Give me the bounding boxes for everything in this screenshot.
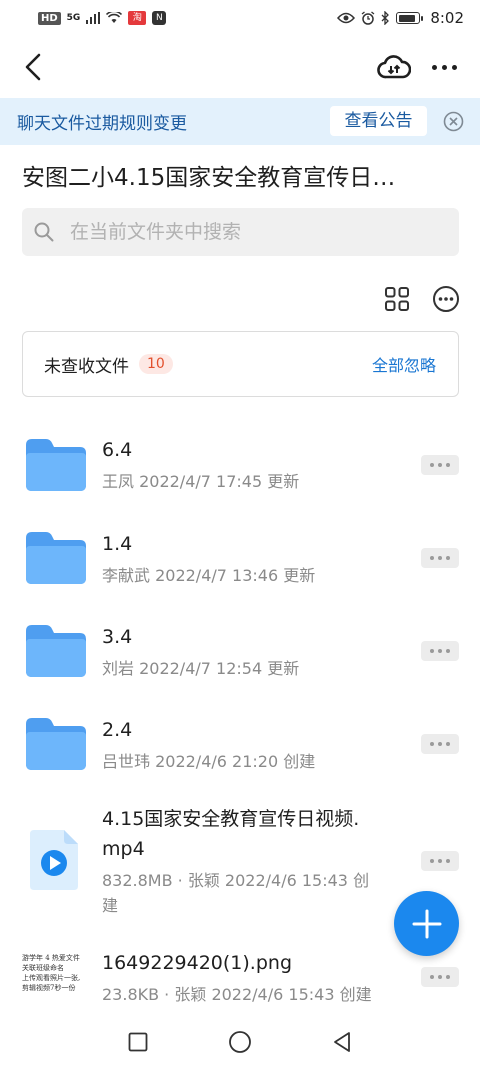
back-button[interactable]	[18, 50, 48, 84]
hd-badge: HD	[38, 11, 61, 25]
file-name: 6.4	[102, 439, 133, 461]
file-name: 1649229420(1).png	[102, 952, 292, 974]
file-meta-cont: 建	[102, 896, 119, 915]
status-bar: HD 5G 淘 N 8:02	[0, 0, 480, 36]
top-nav	[0, 36, 480, 98]
search-input[interactable]	[70, 221, 430, 243]
list-item[interactable]: 游学年 4 热爱文件 关联班级命名 上传观看照片一张, 剪辑视频7秒一份 164…	[0, 945, 480, 1011]
folder-icon	[26, 532, 86, 584]
cloud-sync-button[interactable]	[374, 50, 414, 84]
list-item[interactable]: 3.4 刘岩 2022/4/7 12:54 更新	[0, 616, 480, 696]
folder-icon	[26, 625, 86, 677]
video-file-icon	[30, 830, 78, 890]
search-icon	[34, 222, 54, 242]
file-meta: 刘岩 2022/4/7 12:54 更新	[102, 659, 300, 678]
clock-time: 8:02	[430, 9, 464, 27]
more-options-button[interactable]	[424, 50, 464, 84]
network-type: 5G	[66, 13, 81, 23]
search-bar[interactable]	[22, 208, 459, 256]
battery-icon	[396, 12, 424, 24]
home-button[interactable]	[228, 1030, 252, 1054]
thumb-text: 剪辑视频7秒一份	[22, 984, 76, 992]
image-thumbnail: 游学年 4 热爱文件 关联班级命名 上传观看照片一张, 剪辑视频7秒一份	[22, 953, 92, 1005]
file-name: 2.4	[102, 719, 133, 741]
status-right: 8:02	[337, 9, 464, 27]
file-name: 1.4	[102, 533, 133, 555]
circle-icon	[229, 1031, 251, 1053]
more-icon-dot	[451, 64, 457, 70]
thumb-text: 关联班级命名	[22, 964, 64, 972]
signal-icon	[86, 12, 101, 24]
unread-files-label: 未查收文件	[44, 356, 129, 377]
file-name: 4.15国家安全教育宣传日视频.	[102, 808, 360, 830]
grid-view-icon[interactable]	[384, 286, 410, 312]
notice-banner: 聊天文件过期规则变更 查看公告	[0, 98, 480, 145]
eye-icon	[337, 12, 356, 24]
close-notice-icon[interactable]	[443, 111, 464, 132]
row-more-button[interactable]	[421, 548, 459, 568]
file-meta: 李献武 2022/4/7 13:46 更新	[102, 566, 316, 585]
taobao-app-icon: 淘	[128, 11, 147, 25]
list-item[interactable]: 6.4 王凤 2022/4/7 17:45 更新	[0, 430, 480, 510]
plus-icon	[412, 909, 441, 938]
wifi-icon	[106, 12, 123, 23]
row-more-button[interactable]	[421, 967, 459, 987]
unread-files-card[interactable]: 未查收文件 10 全部忽略	[22, 331, 459, 397]
file-name-ext: mp4	[102, 838, 145, 860]
notification-app-icon: N	[152, 11, 167, 25]
row-more-button[interactable]	[421, 851, 459, 871]
system-navigation-bar	[0, 1013, 480, 1067]
back-icon	[25, 53, 41, 81]
file-name: 3.4	[102, 626, 133, 648]
list-item[interactable]: 2.4 吕世玮 2022/4/6 21:20 创建	[0, 710, 480, 790]
system-back-button[interactable]	[330, 1030, 354, 1054]
unread-count-badge: 10	[139, 354, 173, 374]
folder-icon	[26, 718, 86, 770]
file-meta: 吕世玮 2022/4/6 21:20 创建	[102, 752, 316, 771]
ignore-all-button[interactable]: 全部忽略	[372, 352, 436, 376]
add-button[interactable]	[394, 891, 459, 956]
row-more-button[interactable]	[421, 455, 459, 475]
row-more-button[interactable]	[421, 734, 459, 754]
status-left: HD 5G 淘 N	[38, 11, 167, 25]
file-meta: 王凤 2022/4/7 17:45 更新	[102, 472, 300, 491]
file-meta: 23.8KB · 张颖 2022/4/6 15:43 创建	[102, 985, 372, 1004]
recent-apps-button[interactable]	[126, 1030, 150, 1054]
file-meta: 832.8MB · 张颖 2022/4/6 15:43 创	[102, 871, 370, 890]
notice-text: 聊天文件过期规则变更	[17, 114, 187, 134]
options-circle-icon[interactable]	[432, 285, 460, 313]
square-icon	[128, 1032, 148, 1052]
view-announcement-button[interactable]: 查看公告	[330, 106, 427, 136]
thumb-text: 游学年 4 热爱文件	[22, 954, 80, 962]
bluetooth-icon	[381, 11, 390, 25]
cloud-sync-icon	[377, 55, 411, 79]
triangle-back-icon	[334, 1032, 350, 1052]
folder-icon	[26, 439, 86, 491]
more-icon	[431, 64, 437, 70]
row-more-button[interactable]	[421, 641, 459, 661]
battery-level	[398, 14, 415, 22]
list-item[interactable]: 1.4 李献武 2022/4/7 13:46 更新	[0, 523, 480, 603]
thumb-text: 上传观看照片一张,	[22, 974, 81, 982]
alarm-icon	[361, 11, 375, 25]
folder-title: 安图二小4.15国家安全教育宣传日…	[22, 165, 396, 191]
more-icon-dot	[441, 64, 447, 70]
